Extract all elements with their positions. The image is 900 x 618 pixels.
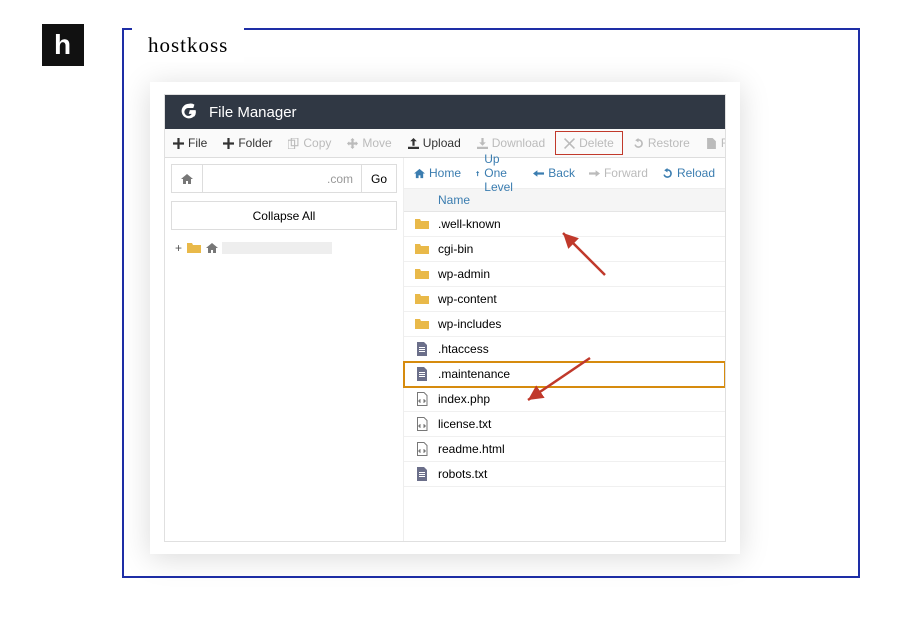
nav-home-button[interactable]: Home: [414, 166, 461, 180]
tree-label-placeholder: [222, 242, 332, 254]
code-file-icon: [414, 441, 430, 457]
file-name: index.php: [438, 392, 490, 406]
plus-icon: [173, 138, 184, 149]
brand-mark: h: [42, 24, 84, 66]
folder-icon: [414, 216, 430, 232]
new-file-button[interactable]: File: [165, 129, 215, 157]
code-file-icon: [414, 391, 430, 407]
file-name: wp-content: [438, 292, 497, 306]
column-header[interactable]: Name: [404, 189, 725, 212]
download-icon: [477, 138, 488, 149]
toolbar: File Folder Copy Move Upload Download De…: [165, 129, 725, 158]
brand-label: hostkoss: [132, 28, 244, 62]
new-folder-button[interactable]: Folder: [215, 129, 280, 157]
file-name: .htaccess: [438, 342, 489, 356]
file-name: wp-admin: [438, 267, 490, 281]
annotation-arrow: [555, 225, 615, 290]
file-name: robots.txt: [438, 467, 487, 481]
move-icon: [347, 138, 358, 149]
file-name: cgi-bin: [438, 242, 473, 256]
file-name: wp-includes: [438, 317, 501, 331]
folder-icon: [414, 266, 430, 282]
reload-icon: [662, 168, 673, 179]
upload-button[interactable]: Upload: [400, 129, 469, 157]
file-manager-panel: File Manager File Folder Copy Move Uploa…: [150, 82, 740, 554]
file-name: .well-known: [438, 217, 501, 231]
page-title: File Manager: [209, 104, 297, 121]
tree-root[interactable]: +: [171, 240, 397, 256]
path-home-button[interactable]: [172, 165, 203, 192]
copy-icon: [288, 138, 299, 149]
path-go-button[interactable]: Go: [361, 165, 396, 192]
close-icon: [564, 138, 575, 149]
home-icon: [206, 242, 218, 254]
file-icon: [706, 138, 717, 149]
restore-button[interactable]: Restore: [625, 129, 698, 157]
file-row[interactable]: wp-includes: [404, 312, 725, 337]
path-input[interactable]: .com: [203, 165, 361, 192]
brand-badge: h: [23, 16, 102, 74]
file-name: license.txt: [438, 417, 491, 431]
file-icon: [414, 341, 430, 357]
delete-button[interactable]: Delete: [555, 131, 623, 155]
arrow-right-icon: [589, 168, 600, 179]
home-icon: [181, 173, 193, 185]
file-row[interactable]: license.txt: [404, 412, 725, 437]
folder-icon: [186, 240, 202, 256]
cpanel-icon: [177, 101, 199, 123]
arrow-left-icon: [533, 168, 544, 179]
code-file-icon: [414, 416, 430, 432]
file-row[interactable]: robots.txt: [404, 462, 725, 487]
upload-icon: [408, 138, 419, 149]
plus-icon: [223, 138, 234, 149]
nav-up-button[interactable]: Up One Level: [475, 152, 519, 194]
restore-icon: [633, 138, 644, 149]
nav-reload-button[interactable]: Reload: [662, 166, 715, 180]
file-name: readme.html: [438, 442, 505, 456]
home-icon: [414, 168, 425, 179]
nav-forward-button[interactable]: Forward: [589, 166, 648, 180]
expand-icon[interactable]: +: [175, 241, 182, 255]
nav-back-button[interactable]: Back: [533, 166, 575, 180]
folder-icon: [414, 241, 430, 257]
move-button[interactable]: Move: [339, 129, 399, 157]
file-icon: [414, 466, 430, 482]
folder-icon: [414, 316, 430, 332]
rename-button[interactable]: Rename: [698, 129, 726, 157]
sidebar: .com Go Collapse All +: [165, 158, 403, 542]
file-row[interactable]: readme.html: [404, 437, 725, 462]
annotation-arrow: [520, 350, 600, 415]
file-row[interactable]: wp-content: [404, 287, 725, 312]
copy-button[interactable]: Copy: [280, 129, 339, 157]
file-name: .maintenance: [438, 367, 510, 381]
nav-row: Home Up One Level Back Forward Reload: [404, 158, 725, 189]
arrow-up-icon: [475, 168, 480, 179]
folder-icon: [414, 291, 430, 307]
file-icon: [414, 366, 430, 382]
titlebar: File Manager: [165, 95, 725, 129]
column-name[interactable]: Name: [438, 193, 470, 207]
collapse-all-button[interactable]: Collapse All: [171, 201, 397, 230]
